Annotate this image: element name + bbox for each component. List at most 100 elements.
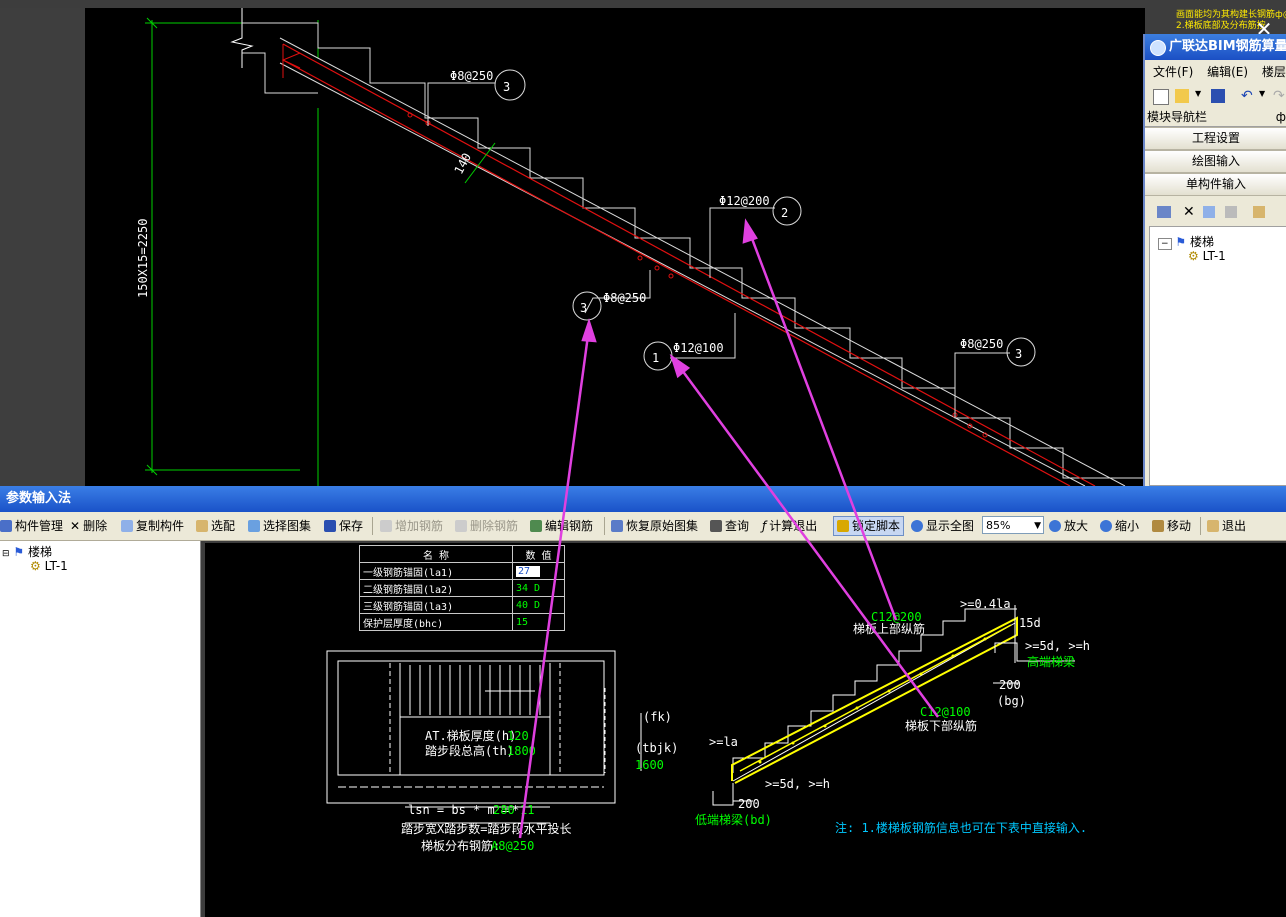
restore-icon bbox=[611, 520, 623, 532]
delete-rebar-button[interactable]: 删除钢筋 bbox=[455, 518, 518, 534]
collapse-icon[interactable]: − bbox=[1158, 238, 1172, 250]
calc-exit-button[interactable]: ƒ 计算退出 bbox=[762, 518, 817, 534]
tree-node-lt1[interactable]: ⚙ LT-1 bbox=[30, 559, 68, 573]
collapse-icon[interactable]: ⊟ bbox=[2, 549, 10, 559]
edit-rebar-button[interactable]: 编辑钢筋 bbox=[530, 518, 593, 534]
nav-drawing-input[interactable]: 绘图输入 bbox=[1145, 150, 1286, 173]
param-value[interactable]: 40 D bbox=[511, 596, 566, 614]
dialog-title-bar[interactable]: 参数输入法 bbox=[0, 486, 1286, 512]
delete-button[interactable]: ✕ 删除 bbox=[70, 518, 107, 534]
match-label: 选配 bbox=[211, 519, 236, 533]
table-row: 三级钢筋锚固(la3) 40 D bbox=[359, 596, 566, 614]
param-value[interactable]: 15 bbox=[511, 613, 566, 631]
show-all-button[interactable]: 显示全图 bbox=[911, 518, 974, 534]
menu-file[interactable]: 文件(F) bbox=[1153, 65, 1193, 79]
menu-edit[interactable]: 编辑(E) bbox=[1207, 65, 1248, 79]
table-row: 一级钢筋锚固(la1) 27 bbox=[359, 562, 566, 580]
menu-floor[interactable]: 楼层( bbox=[1262, 65, 1286, 79]
edit-rebar-icon bbox=[530, 520, 542, 532]
toolbar-separator bbox=[372, 517, 373, 535]
component-icon: ⚙ bbox=[1188, 249, 1199, 263]
m-value: 11 bbox=[520, 803, 534, 817]
param-value-cell[interactable]: 27 bbox=[511, 562, 566, 580]
dim-5d-h-low: >=5d, >=h bbox=[765, 777, 830, 791]
add-rebar-button[interactable]: 增加钢筋 bbox=[380, 518, 443, 534]
move-button[interactable]: 移动 bbox=[1152, 518, 1191, 534]
redo-icon[interactable]: ↷ bbox=[1273, 89, 1286, 103]
param-name: 二级钢筋锚固(la2) bbox=[359, 579, 513, 597]
total-height-label: 踏步段总高(th) bbox=[425, 743, 514, 758]
low-beam-label: 低端梯梁(bd) bbox=[695, 812, 772, 827]
pin-icon[interactable]: ф bbox=[1276, 108, 1286, 126]
param-name: 一级钢筋锚固(la1) bbox=[359, 562, 513, 580]
zoom-value: 85% bbox=[986, 519, 1011, 532]
copy-component-button[interactable]: 复制构件 bbox=[121, 518, 184, 534]
table-row: 保护层厚度(bhc) 15 bbox=[359, 613, 566, 631]
fk-label: (fk) bbox=[643, 710, 672, 724]
component-manage-button[interactable]: 构件管理 bbox=[0, 518, 63, 534]
tree-node-stair[interactable]: − ⚑ 楼梯 bbox=[1158, 233, 1214, 250]
hand-icon bbox=[1152, 520, 1164, 532]
table-row: 二级钢筋锚固(la2) 34 D bbox=[359, 579, 566, 597]
delete-rebar-icon bbox=[455, 520, 467, 532]
tree-node-label: 楼梯 bbox=[1189, 235, 1214, 249]
param-value[interactable]: 27 bbox=[515, 565, 540, 577]
query-button[interactable]: 查询 bbox=[710, 518, 749, 534]
dialog-component-tree: ⊟ ⚑ 楼梯 ⚙ LT-1 bbox=[0, 541, 201, 917]
zoom-out-button[interactable]: 缩小 bbox=[1100, 518, 1139, 534]
top-rebar-spec: C12@200 bbox=[871, 610, 922, 624]
paste-icon[interactable] bbox=[1225, 206, 1237, 218]
zoom-in-button[interactable]: 放大 bbox=[1049, 518, 1088, 534]
save-button[interactable]: 保存 bbox=[324, 518, 363, 534]
delete-icon[interactable]: ✕ bbox=[1183, 204, 1195, 220]
edit-rebar-label: 编辑钢筋 bbox=[545, 519, 594, 533]
match-icon bbox=[196, 520, 208, 532]
open-folder-icon[interactable] bbox=[1175, 89, 1189, 103]
clipboard-icon[interactable] bbox=[1253, 206, 1265, 218]
toolbar-separator bbox=[1200, 517, 1201, 535]
rebar-label-5: Φ8@250 bbox=[960, 337, 1003, 351]
app-title-bar[interactable]: 广联达BIM钢筋算量 bbox=[1145, 34, 1286, 60]
param-name: 三级钢筋锚固(la3) bbox=[359, 596, 513, 614]
undo-dropdown-icon[interactable]: ▼ bbox=[1259, 89, 1273, 103]
table-header: 名 称 bbox=[359, 545, 513, 563]
stair-width-note: 踏步宽X踏步数=踏步段水平投长 bbox=[401, 821, 571, 836]
match-button[interactable]: 选配 bbox=[196, 518, 235, 534]
zoom-select[interactable]: 85% ▼ bbox=[982, 516, 1044, 534]
chevron-down-icon[interactable]: ▼ bbox=[1034, 517, 1041, 535]
dropdown-arrow-icon[interactable]: ▼ bbox=[1195, 89, 1209, 103]
bd-value: 200 bbox=[738, 797, 760, 811]
properties-icon[interactable] bbox=[1157, 206, 1171, 218]
rebar-number-1: 3 bbox=[503, 80, 510, 94]
parameter-drawing-canvas[interactable]: 名 称数 值 一级钢筋锚固(la1) 27 二级钢筋锚固(la2) 34 D 三级钢… bbox=[205, 543, 1286, 917]
distribution-value: A8@250 bbox=[491, 839, 534, 853]
exit-button[interactable]: 退出 bbox=[1207, 518, 1246, 534]
undo-icon[interactable]: ↶ bbox=[1241, 89, 1255, 103]
cad-drawing-area[interactable]: 150X15=2250 140 Φ8@250 3 Φ12@200 2 Φ8@25… bbox=[85, 8, 1145, 486]
component-manage-icon bbox=[0, 520, 12, 532]
param-value[interactable]: 34 D bbox=[511, 579, 566, 597]
copy-icon[interactable] bbox=[1203, 206, 1215, 218]
parameter-table: 名 称数 值 一级钢筋锚固(la1) 27 二级钢筋锚固(la2) 34 D 三级钢… bbox=[359, 545, 566, 631]
at-thickness-value: 120 bbox=[507, 729, 529, 743]
add-rebar-label: 增加钢筋 bbox=[395, 519, 444, 533]
dim-la: >=la bbox=[709, 735, 738, 749]
high-beam-label: 高端梯梁 bbox=[1027, 654, 1075, 669]
save-icon[interactable] bbox=[1211, 89, 1225, 103]
rebar-label-4: Φ12@100 bbox=[673, 341, 724, 355]
bottom-rebar-label: 梯板下部纵筋 bbox=[905, 718, 977, 733]
lock-script-button[interactable]: 锁定脚本 bbox=[833, 516, 905, 536]
select-atlas-button[interactable]: 选择图集 bbox=[248, 518, 311, 534]
move-label: 移动 bbox=[1167, 519, 1192, 533]
main-toolbar: ▼ ↶ ▼ ↷ bbox=[1145, 84, 1286, 108]
tree-node-stair[interactable]: ⊟ ⚑ 楼梯 bbox=[2, 543, 52, 560]
restore-atlas-button[interactable]: 恢复原始图集 bbox=[611, 518, 698, 534]
tree-node-lt1[interactable]: ⚙ LT-1 bbox=[1188, 249, 1226, 263]
tbjk-value: 1600 bbox=[635, 758, 664, 772]
new-file-icon[interactable] bbox=[1153, 89, 1169, 105]
binoculars-icon bbox=[710, 520, 722, 532]
nav-project-settings[interactable]: 工程设置 bbox=[1145, 127, 1286, 150]
bs-value: 280 bbox=[493, 803, 515, 817]
nav-single-component-input[interactable]: 单构件输入 bbox=[1145, 173, 1286, 196]
lock-icon bbox=[837, 520, 849, 532]
